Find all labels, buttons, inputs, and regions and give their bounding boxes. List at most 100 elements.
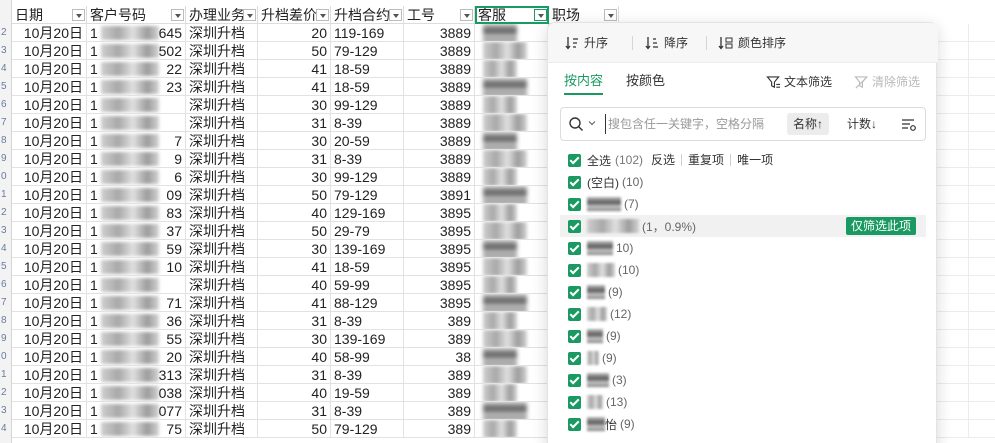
cell-agent[interactable] <box>475 276 549 294</box>
cell-plan[interactable]: 18-59 <box>331 78 404 96</box>
cell-staff-id[interactable]: 3889 <box>404 114 475 132</box>
cell-plan[interactable]: 18-59 <box>331 60 404 78</box>
sort-desc-button[interactable]: 降序 <box>644 34 688 52</box>
cell-price-diff[interactable]: 31 <box>258 150 331 168</box>
invert-selection-button[interactable]: 反选 <box>645 154 683 166</box>
header-agent[interactable]: 客服 <box>475 6 549 24</box>
cell-phone[interactable]: 1 59 <box>87 240 186 258</box>
empty-cell[interactable] <box>969 150 995 168</box>
cell-agent[interactable] <box>475 186 549 204</box>
cell-date[interactable]: 10月20日 <box>12 366 87 384</box>
cell-plan[interactable]: 79-129 <box>331 420 404 438</box>
cell-phone[interactable]: 1 09 <box>87 186 186 204</box>
empty-cell[interactable] <box>969 114 995 132</box>
empty-cell[interactable] <box>969 276 995 294</box>
cell-staff-id[interactable]: 3895 <box>404 240 475 258</box>
cell-plan[interactable]: 8-39 <box>331 114 404 132</box>
empty-cell[interactable] <box>969 294 995 312</box>
cell-staff-id[interactable]: 3889 <box>404 168 475 186</box>
cell-business[interactable]: 深圳升档 <box>186 348 258 366</box>
row-number[interactable]: 7 <box>0 294 12 312</box>
cell-plan[interactable]: 88-129 <box>331 294 404 312</box>
cell-date[interactable]: 10月20日 <box>12 276 87 294</box>
row-number[interactable]: 4 <box>0 240 12 258</box>
cell-staff-id[interactable]: 3895 <box>404 222 475 240</box>
header-date[interactable]: 日期 <box>12 6 87 24</box>
filter-dropdown-icon[interactable] <box>243 9 256 21</box>
cell-price-diff[interactable]: 31 <box>258 402 331 420</box>
cell-phone[interactable]: 1 313 <box>87 366 186 384</box>
cell-phone[interactable]: 1 645 <box>87 24 186 42</box>
cell-staff-id[interactable]: 389 <box>404 420 475 438</box>
cell-business[interactable]: 深圳升档 <box>186 204 258 222</box>
cell-staff-id[interactable]: 389 <box>404 384 475 402</box>
row-number[interactable]: 2 <box>0 24 12 42</box>
cell-agent[interactable] <box>475 294 549 312</box>
cell-business[interactable]: 深圳升档 <box>186 24 258 42</box>
cell-phone[interactable]: 1 55 <box>87 330 186 348</box>
cell-business[interactable]: 深圳升档 <box>186 222 258 240</box>
filter-dropdown-icon[interactable] <box>316 9 329 21</box>
list-item[interactable]: (7) <box>560 193 926 215</box>
row-number[interactable]: 0 <box>0 168 12 186</box>
cell-phone[interactable]: 1 75 <box>87 420 186 438</box>
cell-staff-id[interactable]: 3889 <box>404 96 475 114</box>
cell-business[interactable]: 深圳升档 <box>186 276 258 294</box>
list-item[interactable]: (10) <box>560 259 926 281</box>
list-item[interactable]: (空白) (10) <box>560 171 926 193</box>
list-item[interactable]: (3) <box>560 369 926 391</box>
cell-price-diff[interactable]: 30 <box>258 96 331 114</box>
cell-staff-id[interactable]: 3889 <box>404 24 475 42</box>
cell-agent[interactable] <box>475 132 549 150</box>
cell-agent[interactable] <box>475 348 549 366</box>
cell-agent[interactable] <box>475 222 549 240</box>
cell-phone[interactable]: 1 22 <box>87 60 186 78</box>
list-item[interactable]: (9) <box>560 281 926 303</box>
empty-cell[interactable] <box>969 348 995 366</box>
empty-cell[interactable] <box>969 132 995 150</box>
empty-cell[interactable] <box>969 258 995 276</box>
cell-agent[interactable] <box>475 96 549 114</box>
empty-cell[interactable] <box>969 312 995 330</box>
cell-agent[interactable] <box>475 384 549 402</box>
chevron-down-icon[interactable] <box>587 118 597 128</box>
cell-plan[interactable]: 119-169 <box>331 24 404 42</box>
row-number[interactable]: 7 <box>0 114 12 132</box>
cell-business[interactable]: 深圳升档 <box>186 366 258 384</box>
cell-date[interactable]: 10月20日 <box>12 114 87 132</box>
cell-date[interactable]: 10月20日 <box>12 420 87 438</box>
row-number[interactable]: 2 <box>0 384 12 402</box>
row-number[interactable]: 3 <box>0 222 12 240</box>
item-checkbox[interactable] <box>568 417 581 431</box>
list-item[interactable]: (9) <box>560 347 926 369</box>
cell-business[interactable]: 深圳升档 <box>186 330 258 348</box>
cell-price-diff[interactable]: 41 <box>258 60 331 78</box>
cell-plan[interactable]: 8-39 <box>331 366 404 384</box>
cell-plan[interactable]: 129-169 <box>331 204 404 222</box>
cell-price-diff[interactable]: 30 <box>258 240 331 258</box>
cell-price-diff[interactable]: 31 <box>258 312 331 330</box>
cell-agent[interactable] <box>475 204 549 222</box>
cell-price-diff[interactable]: 50 <box>258 222 331 240</box>
item-checkbox[interactable] <box>568 263 581 277</box>
cell-agent[interactable] <box>475 24 549 42</box>
empty-cell[interactable] <box>969 186 995 204</box>
cell-phone[interactable]: 1 71 <box>87 294 186 312</box>
cell-phone[interactable]: 1 502 <box>87 42 186 60</box>
duplicates-button[interactable]: 重复项 <box>682 154 732 166</box>
cell-staff-id[interactable]: 3889 <box>404 60 475 78</box>
cell-agent[interactable] <box>475 330 549 348</box>
cell-date[interactable]: 10月20日 <box>12 258 87 276</box>
cell-price-diff[interactable]: 41 <box>258 294 331 312</box>
cell-phone[interactable]: 1 20 <box>87 348 186 366</box>
empty-cell[interactable] <box>969 168 995 186</box>
cell-agent[interactable] <box>475 402 549 420</box>
list-item[interactable]: (12) <box>560 303 926 325</box>
item-checkbox[interactable] <box>568 219 581 233</box>
sort-by-name-toggle[interactable]: 名称↑ <box>787 113 830 135</box>
cell-plan[interactable]: 79-129 <box>331 186 404 204</box>
cell-date[interactable]: 10月20日 <box>12 348 87 366</box>
header-phone[interactable]: 客户号码 <box>87 6 186 24</box>
cell-agent[interactable] <box>475 168 549 186</box>
cell-date[interactable]: 10月20日 <box>12 186 87 204</box>
